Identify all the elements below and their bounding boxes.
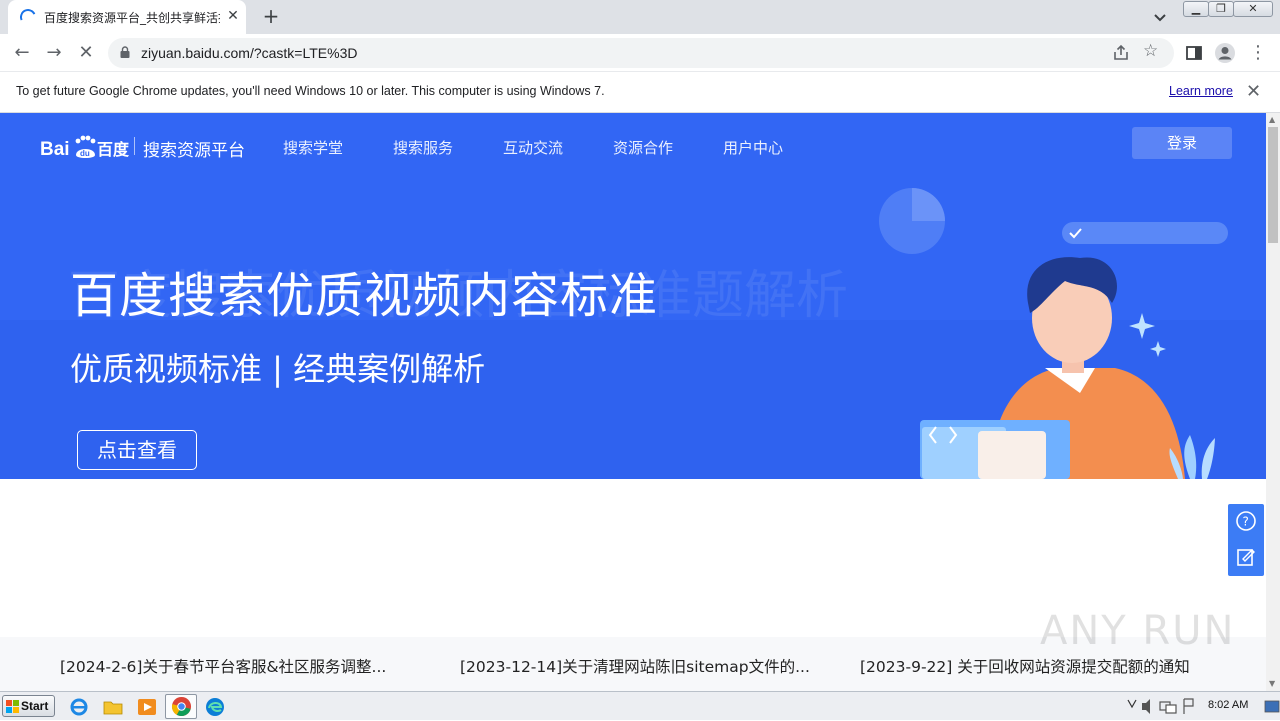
menu-kebab-icon[interactable]: ⋮ — [1245, 40, 1271, 66]
system-tray — [1127, 698, 1280, 714]
svg-text:百度: 百度 — [97, 140, 130, 159]
media-player-icon[interactable] — [136, 696, 158, 718]
back-icon[interactable]: ← — [9, 40, 35, 66]
announcement-link[interactable]: [2023-12-14]关于清理网站陈旧sitemap文件的... — [460, 655, 810, 677]
scroll-up-arrow-icon[interactable]: ▲ — [1269, 115, 1275, 124]
tab-strip: 百度搜索资源平台_共创共享鲜活搜索 ✕ + ▁ ❐ ✕ — [0, 0, 1280, 34]
edge-icon[interactable] — [204, 696, 226, 718]
bookmark-star-icon[interactable]: ☆ — [1143, 41, 1158, 61]
anyrun-watermark: ANY RUN — [1040, 608, 1236, 654]
nav-item-services[interactable]: 搜索服务 — [393, 137, 453, 158]
url-text[interactable]: ziyuan.baidu.com/?castk=LTE%3D — [141, 45, 357, 61]
svg-text:Bai: Bai — [40, 139, 70, 160]
stop-loading-icon[interactable]: ✕ — [73, 40, 99, 66]
file-explorer-icon[interactable] — [102, 696, 124, 718]
tab-title: 百度搜索资源平台_共创共享鲜活搜索 — [44, 11, 220, 25]
profile-avatar-icon[interactable] — [1214, 42, 1236, 64]
windows-taskbar: Start 8:02 AM — [0, 691, 1280, 720]
svg-text:?: ? — [1243, 515, 1249, 529]
hero-banner[interactable]: 百度搜索优质视频内容标准题解析 Bai du 百度 搜索资源平台 搜索学堂 搜索… — [0, 113, 1266, 479]
tab-close-icon[interactable]: ✕ — [224, 7, 242, 25]
hero-title: 百度搜索优质视频内容标准 — [70, 268, 659, 324]
taskbar-chrome-active[interactable] — [165, 694, 197, 719]
start-label: Start — [21, 699, 49, 713]
hero-person-illustration — [879, 188, 1228, 479]
scrollbar-thumb[interactable] — [1268, 127, 1278, 243]
browser-toolbar: ← → ✕ ziyuan.baidu.com/?castk=LTE%3D ☆ ⋮ — [0, 34, 1280, 72]
hero-subtitle: 优质视频标准 | 经典案例解析 — [70, 350, 486, 388]
baidu-logo[interactable]: Bai du 百度 — [40, 133, 130, 163]
window-minimize-button[interactable]: ▁ — [1183, 1, 1209, 17]
learn-more-link[interactable]: Learn more — [1169, 84, 1233, 98]
lock-icon — [120, 46, 130, 58]
new-tab-button[interactable]: + — [259, 5, 283, 29]
window-close-button[interactable]: ✕ — [1233, 1, 1273, 17]
page-scrollbar[interactable]: ▲ ▼ — [1266, 113, 1280, 691]
nav-item-cooperation[interactable]: 资源合作 — [613, 137, 673, 158]
start-button[interactable]: Start — [2, 695, 55, 717]
platform-name[interactable]: 搜索资源平台 — [143, 136, 245, 161]
svg-text:du: du — [80, 149, 90, 158]
announcement-link[interactable]: [2023-9-22] 关于回收网站资源提交配额的通知 — [860, 655, 1190, 677]
internet-explorer-icon[interactable] — [68, 696, 90, 718]
address-bar[interactable]: ziyuan.baidu.com/?castk=LTE%3D ☆ — [108, 38, 1174, 68]
nav-item-community[interactable]: 互动交流 — [503, 137, 563, 158]
windows-logo-icon — [6, 700, 19, 713]
nav-item-user-center[interactable]: 用户中心 — [723, 137, 783, 158]
infobar-close-icon[interactable]: ✕ — [1246, 81, 1261, 102]
login-button[interactable]: 登录 — [1132, 127, 1232, 159]
infobar-message: To get future Google Chrome updates, you… — [16, 84, 605, 98]
hero-view-button[interactable]: 点击查看 — [77, 430, 197, 470]
feedback-edit-icon[interactable] — [1235, 546, 1257, 568]
help-icon[interactable]: ? — [1235, 510, 1257, 532]
nav-item-learning[interactable]: 搜索学堂 — [283, 137, 343, 158]
share-icon[interactable] — [1111, 43, 1131, 63]
browser-tab[interactable]: 百度搜索资源平台_共创共享鲜活搜索 ✕ — [8, 0, 246, 34]
scroll-down-arrow-icon[interactable]: ▼ — [1269, 679, 1275, 688]
announcement-link[interactable]: [2024-2-6]关于春节平台客服&社区服务调整... — [60, 655, 386, 677]
update-infobar: To get future Google Chrome updates, you… — [0, 72, 1280, 113]
chrome-icon — [171, 696, 192, 717]
logo-separator — [134, 137, 135, 155]
loading-spinner-icon — [17, 6, 39, 28]
side-panel-icon[interactable] — [1185, 44, 1203, 62]
tab-search-chevron-icon[interactable] — [1150, 8, 1170, 26]
floating-side-toolbar: ? — [1228, 504, 1264, 576]
taskbar-clock[interactable]: 8:02 AM — [1208, 699, 1248, 711]
forward-icon[interactable]: → — [41, 40, 67, 66]
window-restore-button[interactable]: ❐ — [1208, 1, 1234, 17]
page-viewport: 百度搜索优质视频内容标准题解析 Bai du 百度 搜索资源平台 搜索学堂 搜索… — [0, 113, 1266, 691]
